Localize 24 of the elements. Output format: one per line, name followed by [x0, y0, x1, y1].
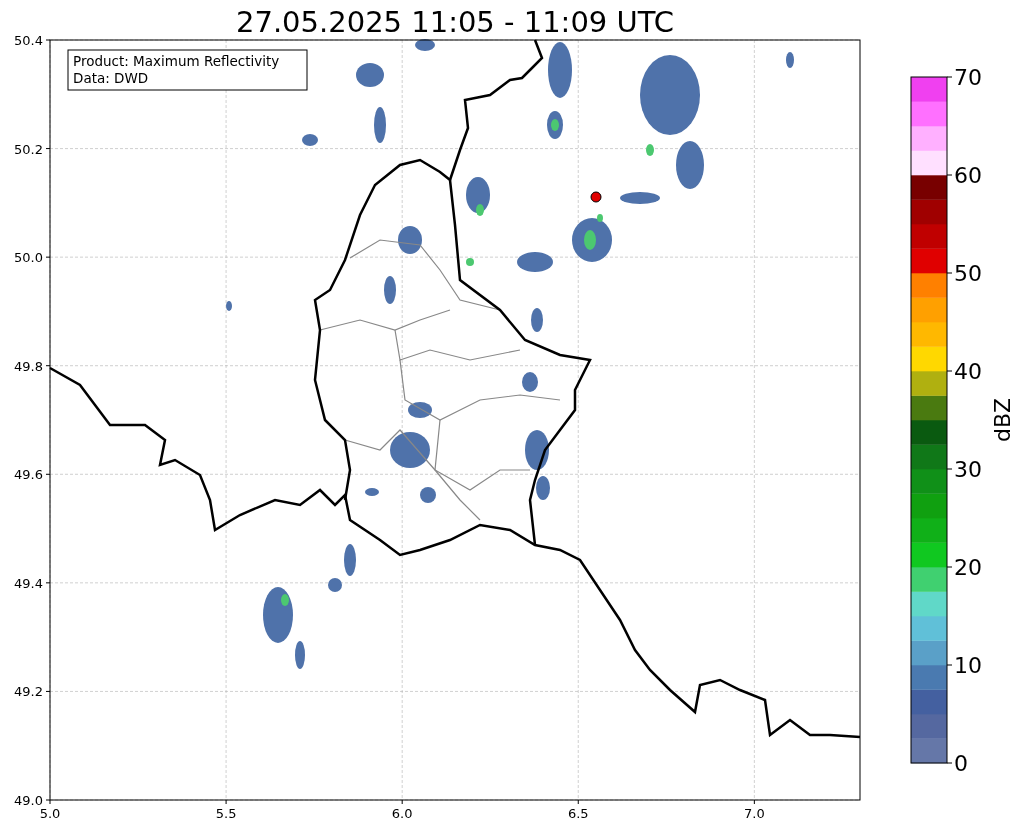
colorbar-tick: 30	[946, 457, 982, 482]
axis-tick: 49.8	[14, 358, 51, 374]
colorbar-tick: 50	[946, 261, 982, 286]
axis-tick: 49.2	[14, 684, 51, 700]
colorbar-tick: 20	[946, 555, 982, 580]
radar-site-marker	[590, 191, 602, 203]
chart-title: 27.05.2025 11:05 - 11:09 UTC	[236, 5, 674, 39]
colorbar-tick: 60	[946, 163, 982, 188]
axis-tick: 49.4	[14, 575, 51, 591]
axis-tick: 50.0	[14, 250, 51, 266]
colorbar-tick: 70	[946, 65, 982, 90]
legend-text: Product: Maximum Reflectivity	[73, 53, 280, 69]
colorbar-label: dBZ	[990, 397, 1015, 443]
colorbar-tick: 10	[946, 653, 982, 678]
axis-tick: 7.0	[744, 799, 765, 821]
colorbar-tick: 40	[946, 359, 982, 384]
colorbar-tick: 0	[946, 751, 968, 776]
axis-tick: 5.5	[215, 799, 237, 821]
axis-tick: 49.6	[14, 467, 51, 483]
axis-tick: 50.4	[14, 33, 51, 48]
legend-text: Data: DWD	[73, 70, 149, 86]
axis-tick: 50.2	[14, 141, 51, 157]
axis-tick: 6.5	[567, 799, 589, 821]
axis-tick: 6.0	[391, 799, 413, 821]
